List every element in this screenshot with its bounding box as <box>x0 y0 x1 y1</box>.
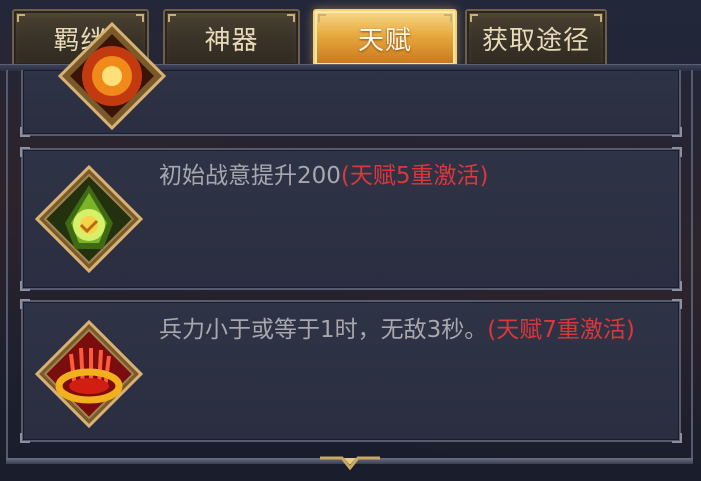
fire-talent-icon <box>56 20 168 132</box>
green-shield-talent-icon <box>33 163 145 275</box>
talent-card-1 <box>20 21 682 137</box>
talent-description-3: 兵力小于或等于1时，无敌3秒。(天赋7重激活) <box>159 317 635 343</box>
scroll-down-ornament-icon <box>320 454 380 472</box>
tab-artifact[interactable]: 神器 <box>163 9 300 67</box>
tab-talent[interactable]: 天赋 <box>313 9 457 67</box>
tab-talent-label: 天赋 <box>357 25 412 56</box>
tab-artifact-label: 神器 <box>204 25 259 56</box>
talent-description-2: 初始战意提升200(天赋5重激活) <box>159 163 489 189</box>
tab-obtain-method[interactable]: 获取途径 <box>465 9 607 67</box>
talent-card-2: 初始战意提升200(天赋5重激活) <box>20 147 682 291</box>
red-ring-talent-icon <box>33 318 145 430</box>
tab-obtain-method-label: 获取途径 <box>481 25 590 56</box>
talent-card-3: 兵力小于或等于1时，无敌3秒。(天赋7重激活) <box>20 299 682 443</box>
